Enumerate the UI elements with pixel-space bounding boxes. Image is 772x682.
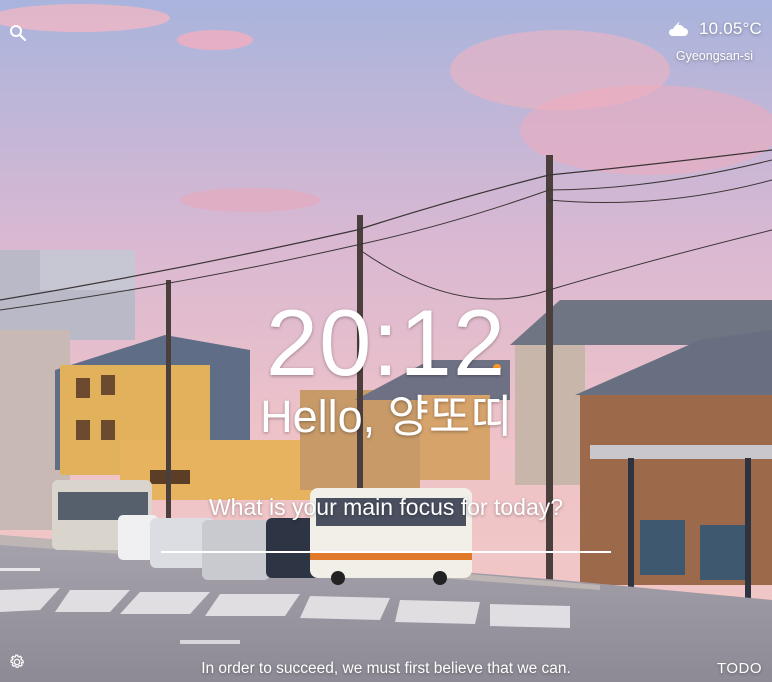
clock-time: 20:12 — [265, 290, 507, 395]
partly-cloudy-night-icon — [668, 22, 688, 36]
focus-input[interactable] — [161, 529, 611, 553]
weather-location: Gyeongsan-si — [675, 49, 753, 63]
search-button[interactable] — [9, 24, 29, 44]
greeting-text: Hello, 양또띠 — [260, 391, 512, 442]
todo-button[interactable]: TODO — [717, 660, 762, 677]
search-icon — [10, 25, 27, 42]
daily-quote: In order to succeed, we must first belie… — [201, 660, 571, 677]
focus-question: What is your main focus for today? — [208, 494, 564, 520]
weather-widget[interactable]: 10.05°C Gyeongsan-si — [666, 19, 762, 63]
focus-section: What is your main focus for today? — [160, 494, 612, 553]
weather-temperature: 10.05°C — [698, 19, 762, 38]
